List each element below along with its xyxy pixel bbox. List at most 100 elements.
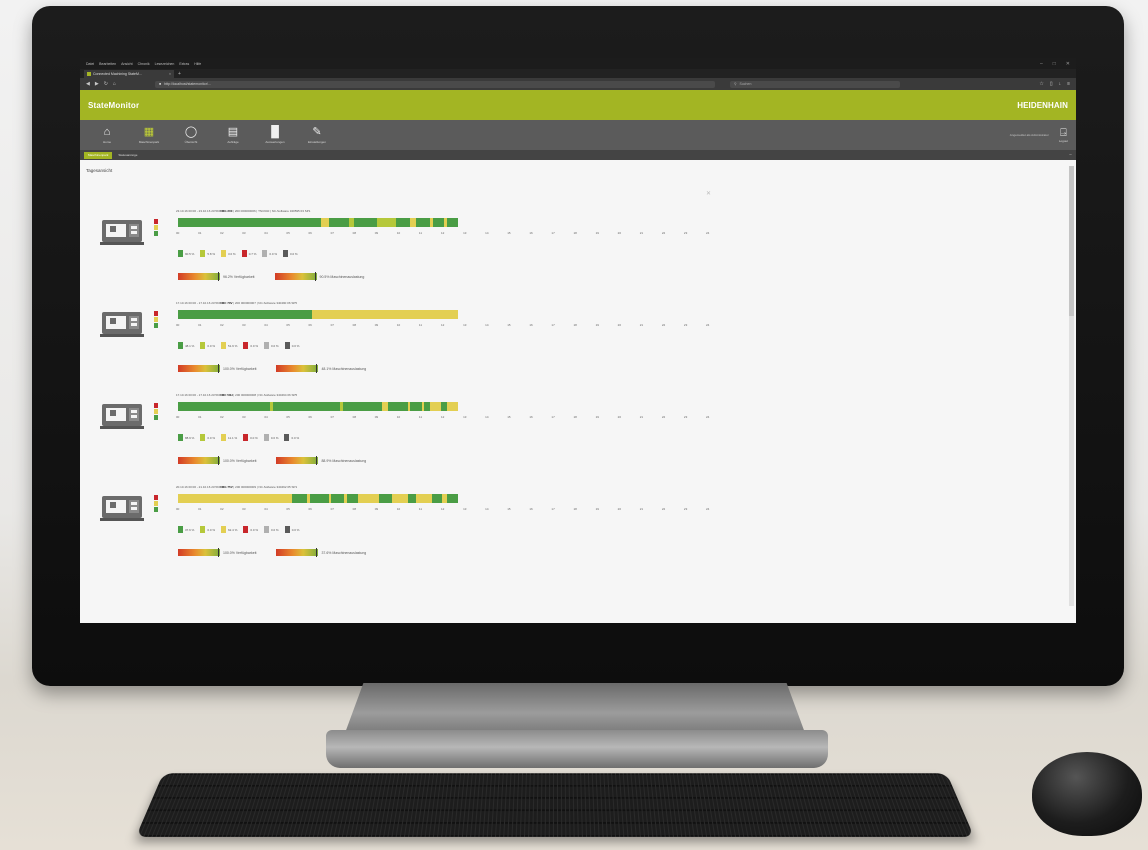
menu-item-bearbeiten[interactable]: Bearbeiten <box>99 62 116 66</box>
browser-tab[interactable]: Connected Machining StateM... × <box>84 70 174 78</box>
machine-icon[interactable] <box>100 309 158 341</box>
menu-item-hilfe[interactable]: Hilfe <box>194 62 201 66</box>
machine-info: 17.10.16 00:00 - 17.10.16 23:59 DMC 70V … <box>176 301 297 305</box>
legend-value: 5.8 % <box>207 251 216 256</box>
timeline-segment-idle <box>415 494 432 503</box>
app-logo[interactable]: StateMonitor <box>88 101 139 110</box>
menu-item-lesezeichen[interactable]: Lesezeichen <box>155 62 175 66</box>
toolbar-overview-button[interactable]: ◯ Übersicht <box>172 126 210 144</box>
status-timeline[interactable] <box>178 310 458 319</box>
collapse-icon[interactable]: − <box>1069 152 1072 158</box>
timeline-segment-idle <box>429 402 442 411</box>
hour-tick-label: 20 <box>617 323 621 327</box>
toolbar-bar-chart-button[interactable]: ▐▌ Auswertungen <box>256 126 294 144</box>
timeline-segment-idle <box>320 218 330 227</box>
tab-close-icon[interactable]: × <box>169 72 171 76</box>
toolbar-machine-park-button[interactable]: ▦ Maschinenpark <box>130 126 168 144</box>
download-icon[interactable]: ↓ <box>1059 81 1062 87</box>
legend-value: 0.0 % <box>207 435 216 440</box>
search-input[interactable]: ⚲ Suchen <box>729 80 900 88</box>
subtab-status[interactable]: Statusanzeige <box>114 152 141 159</box>
browser-toolbar-icons: ☆ ▯ ↓ ≡ <box>1039 81 1070 87</box>
document-icon: ▤ <box>227 126 239 138</box>
hour-tick-label: 10 <box>396 507 401 511</box>
hour-tick-label: 22 <box>661 415 666 419</box>
hour-tick-label: 09 <box>374 323 379 327</box>
close-icon[interactable]: ✕ <box>1066 61 1070 67</box>
hour-tick-label: 11 <box>418 507 423 511</box>
status-timeline[interactable] <box>178 218 458 227</box>
reload-icon[interactable]: ↻ <box>104 81 108 87</box>
hour-tick-label: 24 <box>706 507 710 511</box>
machine-icon[interactable] <box>100 401 158 433</box>
new-tab-icon[interactable]: + <box>178 70 181 78</box>
status-timeline[interactable] <box>178 494 458 503</box>
url-bar[interactable]: ■ http://localhost/statemonitor/... <box>154 80 715 88</box>
legend-swatch <box>243 526 249 533</box>
status-light-alarm <box>154 403 158 408</box>
hour-tick-label: 14 <box>485 231 489 235</box>
subtab-machine-park[interactable]: Maschinenpark <box>84 151 113 159</box>
machine-info: 20.10.16 00:00 - 21.10.16 23:59 DMG 75V … <box>176 485 297 489</box>
home-nav-icon[interactable]: ⌂ <box>113 81 116 87</box>
menu-item-extras[interactable]: Extras <box>179 62 189 66</box>
timeline-segment-production <box>447 494 458 503</box>
hour-tick-label: 07 <box>330 323 334 327</box>
star-icon[interactable]: ☆ <box>1039 81 1043 87</box>
hour-tick-label: 03 <box>242 507 246 511</box>
hour-tick-label: 15 <box>507 415 511 419</box>
page-title: Tagesansicht <box>86 168 113 173</box>
hour-tick-label: 12 <box>441 323 445 327</box>
close-panel-icon[interactable]: ✕ <box>706 190 711 197</box>
toolbar-home-button[interactable]: ⌂ Home <box>88 126 126 144</box>
timeline-segment-production <box>347 494 358 503</box>
hour-axis: 00 01 02 03 04 05 06 07 08 09 10 11 12 13 14 15 16 17 18 19… <box>176 415 709 420</box>
library-icon[interactable]: ▯ <box>1050 81 1053 87</box>
scrollbar[interactable] <box>1069 166 1074 606</box>
timeline-segment-production <box>331 494 345 503</box>
timeline-segment-idle <box>312 310 458 319</box>
toolbar-document-button[interactable]: ▤ Aufträge <box>214 126 252 144</box>
legend-value: 37.6 % <box>185 527 195 532</box>
home-icon: ⌂ <box>103 126 111 138</box>
status-light-stack <box>154 495 158 512</box>
main-content: Tagesansicht ✕ 23.10.16 00:00 - 23.10.16… <box>80 160 1076 623</box>
legend-item-unknown: 0.0 % <box>284 434 299 441</box>
back-icon[interactable]: ◀ <box>86 81 90 87</box>
kpi-gradient-bar <box>276 549 319 556</box>
status-timeline[interactable] <box>178 402 458 411</box>
maximize-icon[interactable]: □ <box>1053 61 1056 67</box>
menu-item-ansicht[interactable]: Ansicht <box>121 62 132 66</box>
logout-button[interactable]: ⍈ Logout <box>1059 127 1068 143</box>
legend-swatch <box>200 434 206 441</box>
toolbar-tools-button[interactable]: ✎ Einstellungen <box>298 126 336 144</box>
machine-icon[interactable] <box>100 217 158 249</box>
toolbar-items: ⌂ Home ▦ Maschinenpark ◯ Übersicht ▤ Aufträge ▐▌… <box>88 126 336 144</box>
legend-swatch <box>264 526 270 533</box>
scroll-thumb[interactable] <box>1069 166 1074 316</box>
status-light-alarm <box>154 219 158 224</box>
hour-tick-label: 24 <box>706 231 710 235</box>
status-legend: 48.1 % 0.0 % 51.9 % 0.0 % 0.0 % 0.0 % <box>178 342 299 349</box>
kpi-row: 100.0% Verfügbarkeit 48.1% Maschinenausla… <box>178 364 366 373</box>
hour-tick-label: 05 <box>286 415 290 419</box>
hour-tick-label: 19 <box>595 415 599 419</box>
timeline-segment-production <box>343 402 383 411</box>
legend-item-idle: 3.0 % <box>221 250 236 257</box>
forward-icon[interactable]: ▶ <box>95 81 99 87</box>
legend-swatch <box>264 342 270 349</box>
minimize-icon[interactable]: – <box>1040 61 1043 67</box>
menu-item-chronik[interactable]: Chronik <box>138 62 150 66</box>
legend-value: 0.0 % <box>291 435 300 440</box>
machine-icon[interactable] <box>100 493 158 525</box>
lock-icon: ■ <box>158 82 162 86</box>
menu-item-datei[interactable]: Datei <box>86 62 94 66</box>
hour-tick-label: 12 <box>441 507 445 511</box>
user-info: Angemeldet als Administrator <box>1009 133 1049 137</box>
hamburger-menu-icon[interactable]: ≡ <box>1067 81 1070 87</box>
timeline-segment-production <box>432 218 444 227</box>
hour-tick-label: 00 <box>176 231 180 235</box>
hour-tick-label: 07 <box>330 507 334 511</box>
hour-tick-label: 07 <box>330 231 334 235</box>
legend-swatch <box>283 250 289 257</box>
